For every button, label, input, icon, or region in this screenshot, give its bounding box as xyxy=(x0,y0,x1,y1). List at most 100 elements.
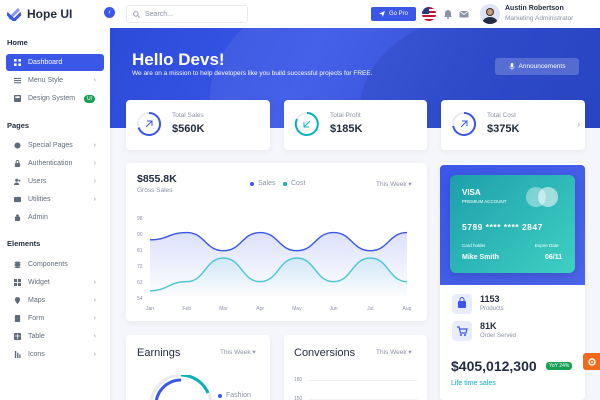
progress-ring-icon xyxy=(452,112,476,136)
tool-icon xyxy=(14,196,21,203)
x-tick-label: Aug xyxy=(403,306,412,312)
chevron-down-icon: ▾ xyxy=(408,349,412,356)
conversions-period-dropdown[interactable]: This Week ▾ xyxy=(376,348,412,356)
icons-icon xyxy=(14,351,21,358)
conversions-y-tick: 180 xyxy=(294,377,303,383)
chevron-right-icon: › xyxy=(93,178,96,185)
chevron-right-icon: › xyxy=(93,333,96,340)
send-icon xyxy=(378,11,385,17)
x-tick-label: May xyxy=(292,306,302,312)
lock-icon xyxy=(14,160,21,167)
chevron-right-icon: › xyxy=(93,77,96,84)
x-tick-label: Mar xyxy=(219,306,228,312)
map-icon xyxy=(14,297,21,304)
y-tick-label: 90 xyxy=(137,232,143,238)
user-name[interactable]: Austin Robertson xyxy=(505,5,564,12)
stat-card-total-profit: Total Profit $185K xyxy=(284,100,427,150)
earnings-donut-chart xyxy=(149,375,213,400)
chevron-right-icon[interactable]: › xyxy=(577,120,580,129)
chevron-right-icon: › xyxy=(93,160,96,167)
search-input[interactable]: Search... xyxy=(145,11,173,18)
chevron-right-icon: › xyxy=(93,196,96,203)
sidebar-item-menu-style[interactable]: Menu Style › xyxy=(6,72,104,89)
stat-label: Total Cost xyxy=(487,112,516,119)
sidebar-item-icons[interactable]: Icons › xyxy=(6,346,104,363)
us-flag-icon[interactable] xyxy=(422,7,436,21)
stat-label: Total Sales xyxy=(172,112,204,119)
x-tick-label: Apr xyxy=(256,306,264,312)
sidebar-item-utilities[interactable]: Utilities › xyxy=(6,191,104,208)
topbar: Search... Go Pro Austin Robertson Market… xyxy=(110,0,600,28)
progress-ring-icon xyxy=(294,112,319,136)
users-icon xyxy=(14,178,21,185)
mail-icon[interactable] xyxy=(459,9,469,19)
announcements-button[interactable]: Announcements xyxy=(495,58,579,75)
sidebar-item-widget[interactable]: Widget › xyxy=(6,274,104,291)
brand[interactable]: Hope UI xyxy=(0,0,110,28)
products-value: 1153 xyxy=(480,294,500,304)
earnings-card: Earnings This Week ▾ Fashion xyxy=(126,335,270,400)
sidebar-item-table[interactable]: Table › xyxy=(6,328,104,345)
search-icon xyxy=(133,10,140,18)
progress-ring-icon xyxy=(137,111,161,136)
form-icon xyxy=(14,315,21,322)
earnings-title: Earnings xyxy=(137,347,181,359)
avatar[interactable] xyxy=(480,4,500,24)
gross-sales-card: $855.8K Gross Sales Sales Cost This Week… xyxy=(126,163,427,321)
bell-icon[interactable] xyxy=(443,9,453,19)
go-pro-button[interactable]: Go Pro xyxy=(371,7,416,21)
card-brand: VISA xyxy=(462,188,481,197)
search-field[interactable]: Search... xyxy=(126,5,248,23)
y-tick-label: 63 xyxy=(137,280,143,286)
sidebar-item-label: Table xyxy=(28,333,45,340)
card-expire-label: Expire Date xyxy=(535,243,559,248)
sidebar-item-dashboard[interactable]: Dashboard xyxy=(6,54,104,71)
x-tick-label: Jan xyxy=(146,306,154,312)
sidebar: Hope UI Home Dashboard Menu Style › Desi… xyxy=(0,0,110,400)
sidebar-collapse-button[interactable]: ‹ xyxy=(104,7,115,18)
hero-subtitle: We are on a mission to help developers l… xyxy=(132,70,373,77)
sidebar-item-special-pages[interactable]: Special Pages › xyxy=(6,137,104,154)
section-home: Home xyxy=(7,38,28,47)
conversions-title: Conversions xyxy=(294,347,356,359)
announcements-label: Announcements xyxy=(518,63,566,70)
sidebar-item-design-system[interactable]: Design System UI xyxy=(6,90,104,107)
gross-sales-line-chart: 98 90 81 72 63 54Jan Feb Mar Apr May Jun Jul Aug xyxy=(137,216,412,312)
sidebar-item-users[interactable]: Users › xyxy=(6,173,104,190)
conversions-card: Conversions This Week ▾ 180 150 xyxy=(284,335,427,400)
stat-value: $375K xyxy=(487,123,520,135)
y-tick-label: 72 xyxy=(137,264,143,270)
sidebar-item-components[interactable]: Components xyxy=(6,256,104,273)
yoy-badge: YoY 24% xyxy=(546,362,573,370)
earnings-period-dropdown[interactable]: This Week ▾ xyxy=(220,348,256,356)
components-icon xyxy=(14,261,21,268)
sidebar-item-label: Form xyxy=(28,315,45,322)
section-pages: Pages xyxy=(7,121,30,130)
sidebar-item-label: Design System xyxy=(28,95,76,102)
cart-icon xyxy=(457,326,468,336)
chevron-down-icon: ▾ xyxy=(252,349,256,356)
menu-icon xyxy=(14,77,21,84)
period-dropdown-label: This Week xyxy=(376,349,407,356)
orders-icon xyxy=(452,321,472,341)
stat-value: $560K xyxy=(172,123,205,135)
sidebar-item-label: Utilities xyxy=(28,196,51,203)
widget-icon xyxy=(14,279,21,286)
gridline xyxy=(309,380,417,381)
sidebar-item-label: Authentication xyxy=(28,160,73,167)
hope-logo-icon xyxy=(7,8,21,21)
sidebar-item-admin[interactable]: Admin xyxy=(6,209,104,226)
sidebar-item-authentication[interactable]: Authentication › xyxy=(6,155,104,172)
sidebar-item-label: Components xyxy=(28,261,68,268)
lifetime-sales-label: Life time sales xyxy=(451,380,496,387)
settings-button[interactable] xyxy=(583,353,600,370)
orders-value: 81K xyxy=(480,321,497,331)
card-expire: 06/11 xyxy=(545,254,563,261)
card-logo-circle-icon xyxy=(538,187,558,207)
star-icon xyxy=(14,142,21,149)
box-icon xyxy=(458,297,466,308)
sidebar-item-maps[interactable]: Maps › xyxy=(6,292,104,309)
sidebar-item-form[interactable]: Form › xyxy=(6,310,104,327)
credit-card[interactable]: VISA PREMIUM ACCOUNT 5789 **** **** 2847… xyxy=(450,175,575,273)
conversions-y-tick: 150 xyxy=(294,396,303,400)
